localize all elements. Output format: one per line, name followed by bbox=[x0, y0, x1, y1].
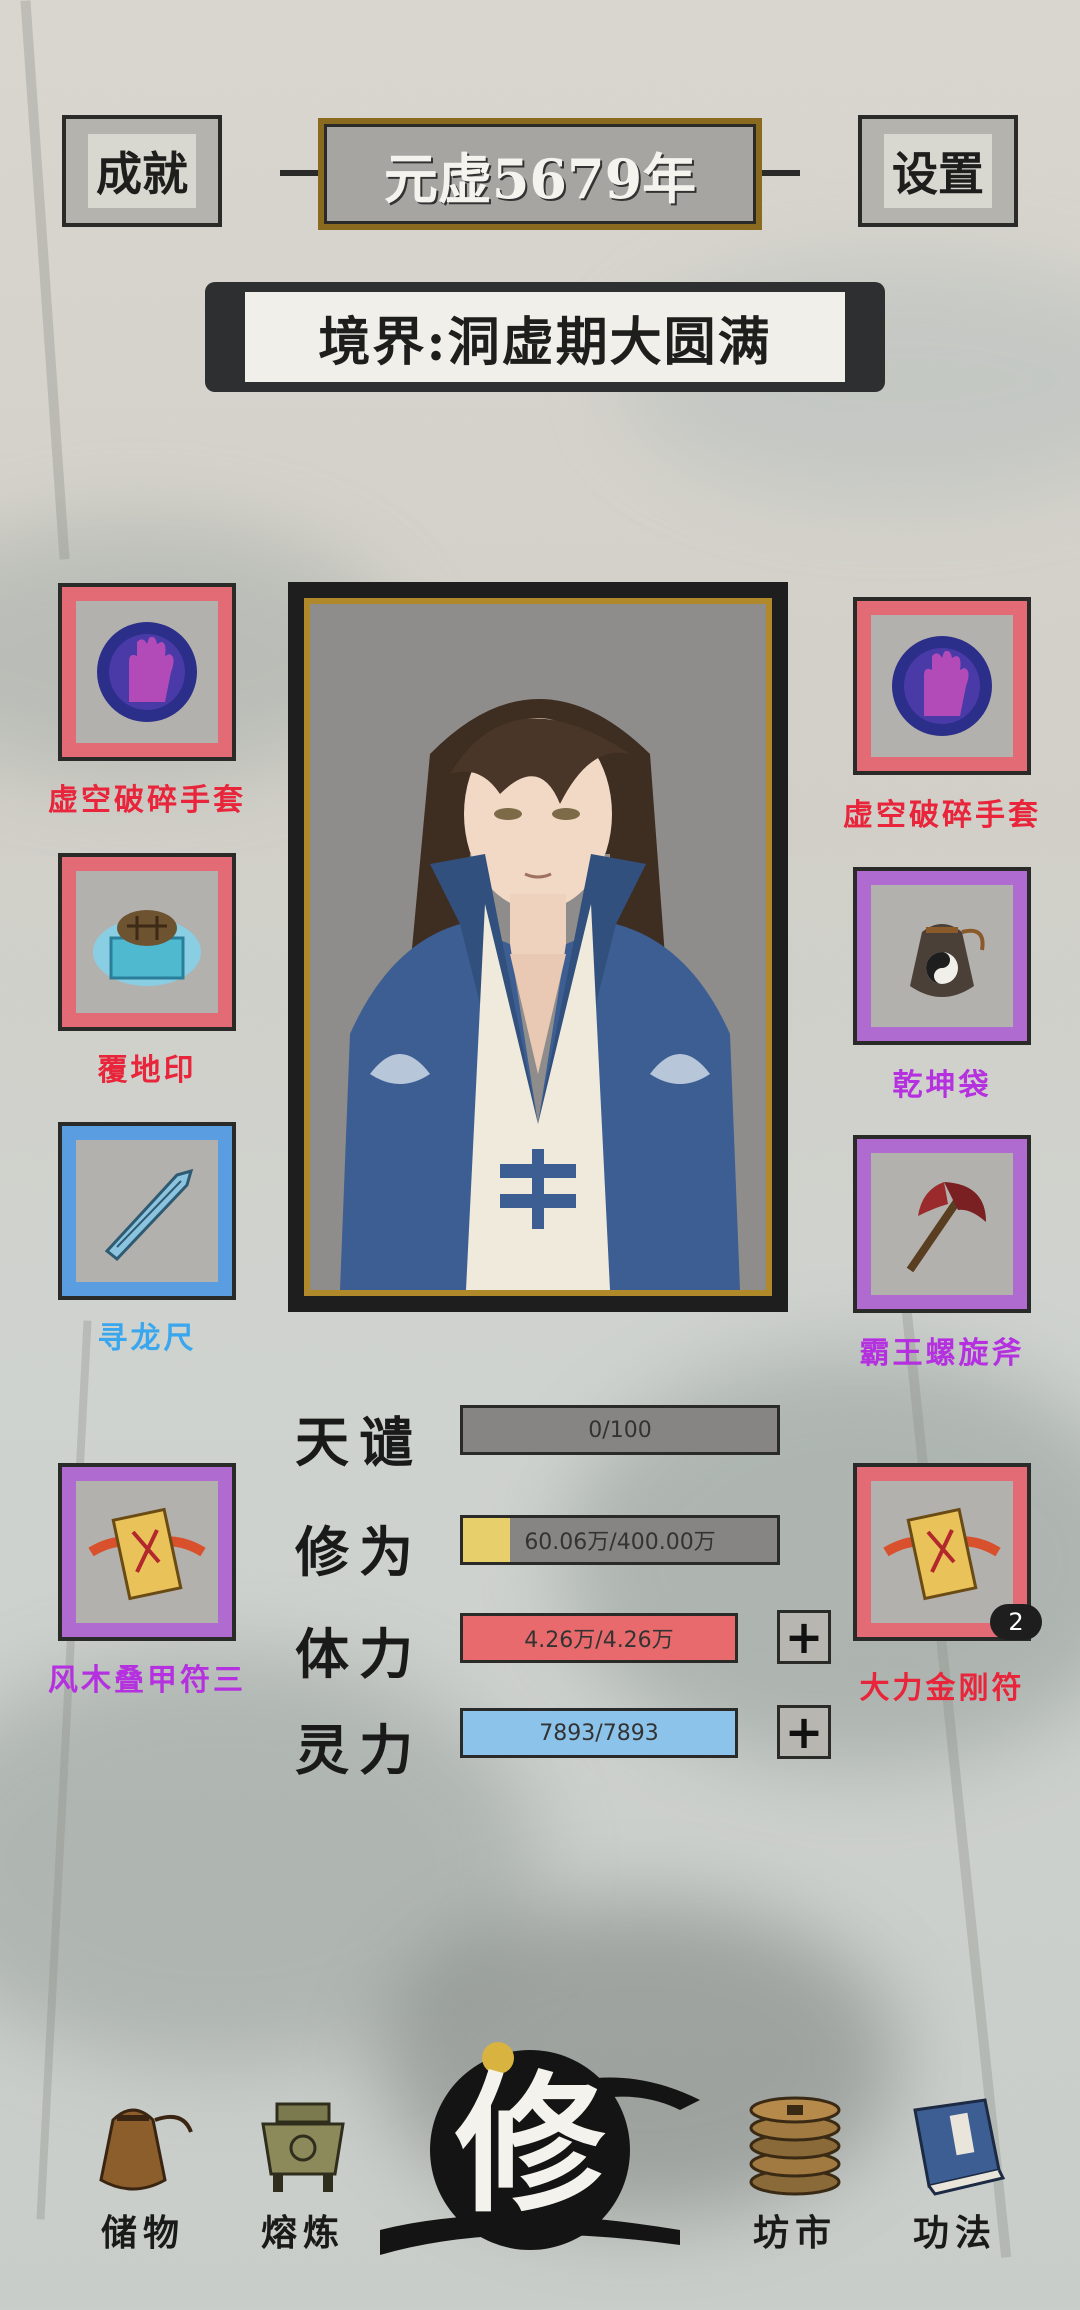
character-figure bbox=[310, 604, 766, 1290]
spirit-bar: 7893/7893 bbox=[460, 1708, 738, 1758]
cultivate-char: 修 bbox=[454, 2057, 605, 2233]
achievements-button[interactable]: 成就 bbox=[62, 115, 222, 227]
cultivation-bar: 60.06万/400.00万 bbox=[460, 1515, 780, 1565]
equip-slot-right-1[interactable] bbox=[853, 597, 1031, 775]
nav-techniques[interactable]: 功法 bbox=[880, 2090, 1030, 2256]
character-portrait bbox=[304, 598, 772, 1296]
realm-text: 境界:洞虚期大圆满 bbox=[318, 311, 772, 373]
spirit-plus-button[interactable]: + bbox=[777, 1705, 831, 1759]
storage-bag-icon bbox=[99, 2108, 193, 2191]
item-count-badge: 2 bbox=[990, 1604, 1042, 1640]
equip-label-right-2: 乾坤袋 bbox=[892, 1068, 992, 1103]
void-glove-icon bbox=[892, 636, 992, 736]
equip-label-right-4: 大力金刚符 bbox=[859, 1671, 1025, 1706]
tribulation-value: 0/100 bbox=[588, 1417, 652, 1443]
dragon-ruler-icon bbox=[104, 1168, 194, 1262]
equip-slot-right-2[interactable] bbox=[853, 867, 1031, 1045]
equip-slot-right-3[interactable] bbox=[853, 1135, 1031, 1313]
plate-ornament bbox=[280, 170, 320, 176]
stamina-value: 4.26万/4.26万 bbox=[524, 1628, 674, 1653]
void-glove-icon bbox=[97, 622, 197, 722]
tribulation-label: 天谴 bbox=[295, 1410, 423, 1474]
bamboo-stalk bbox=[20, 0, 70, 560]
tribulation-bar: 0/100 bbox=[460, 1405, 780, 1455]
talisman-icon bbox=[883, 1507, 1001, 1601]
nav-refine[interactable]: 熔炼 bbox=[228, 2090, 378, 2256]
scripture-book-icon bbox=[913, 2098, 1006, 2196]
equip-slot-left-3[interactable] bbox=[58, 1122, 236, 1300]
year-text: 元虚5679年 bbox=[383, 146, 697, 211]
nav-refine-label: 熔炼 bbox=[260, 2212, 345, 2254]
earth-seal-icon bbox=[93, 910, 201, 986]
cultivation-value: 60.06万/400.00万 bbox=[524, 1530, 716, 1555]
equip-label-right-3: 霸王螺旋斧 bbox=[859, 1336, 1025, 1371]
cosmos-bag-icon bbox=[910, 924, 985, 997]
equip-label-right-1: 虚空破碎手套 bbox=[843, 798, 1041, 833]
plate-ornament bbox=[760, 170, 800, 176]
stamina-bar: 4.26万/4.26万 bbox=[460, 1613, 738, 1663]
settings-button[interactable]: 设置 bbox=[858, 115, 1018, 227]
year-plate: 元虚5679年 bbox=[318, 118, 762, 230]
realm-plate: 境界:洞虚期大圆满 bbox=[205, 282, 885, 392]
cauldron-icon bbox=[261, 2102, 345, 2192]
talisman-icon bbox=[88, 1507, 206, 1601]
nav-techniques-label: 功法 bbox=[912, 2212, 997, 2254]
stamina-plus-button[interactable]: + bbox=[777, 1610, 831, 1664]
coin-stack-icon bbox=[749, 2096, 841, 2196]
character-portrait-frame[interactable] bbox=[288, 582, 788, 1312]
equip-label-left-3: 寻龙尺 bbox=[97, 1321, 197, 1356]
stamina-label: 体力 bbox=[295, 1622, 423, 1686]
nav-market[interactable]: 坊市 bbox=[720, 2090, 870, 2256]
spirit-value: 7893/7893 bbox=[539, 1720, 659, 1746]
cultivate-button[interactable]: 修 bbox=[380, 2040, 700, 2280]
spirit-label: 灵力 bbox=[295, 1718, 423, 1782]
settings-label: 设置 bbox=[884, 134, 992, 208]
nav-storage-label: 储物 bbox=[100, 2212, 185, 2254]
spiral-axe-icon bbox=[906, 1182, 986, 1273]
nav-market-label: 坊市 bbox=[752, 2212, 837, 2254]
equip-label-left-2: 覆地印 bbox=[97, 1053, 197, 1088]
equip-slot-left-4[interactable] bbox=[58, 1463, 236, 1641]
cultivation-label: 修为 bbox=[295, 1520, 423, 1584]
achievements-label: 成就 bbox=[88, 134, 196, 208]
equip-label-left-4: 风木叠甲符三 bbox=[48, 1663, 246, 1698]
equip-label-left-1: 虚空破碎手套 bbox=[48, 783, 246, 818]
equip-slot-left-2[interactable] bbox=[58, 853, 236, 1031]
equip-slot-left-1[interactable] bbox=[58, 583, 236, 761]
nav-storage[interactable]: 储物 bbox=[68, 2090, 218, 2256]
